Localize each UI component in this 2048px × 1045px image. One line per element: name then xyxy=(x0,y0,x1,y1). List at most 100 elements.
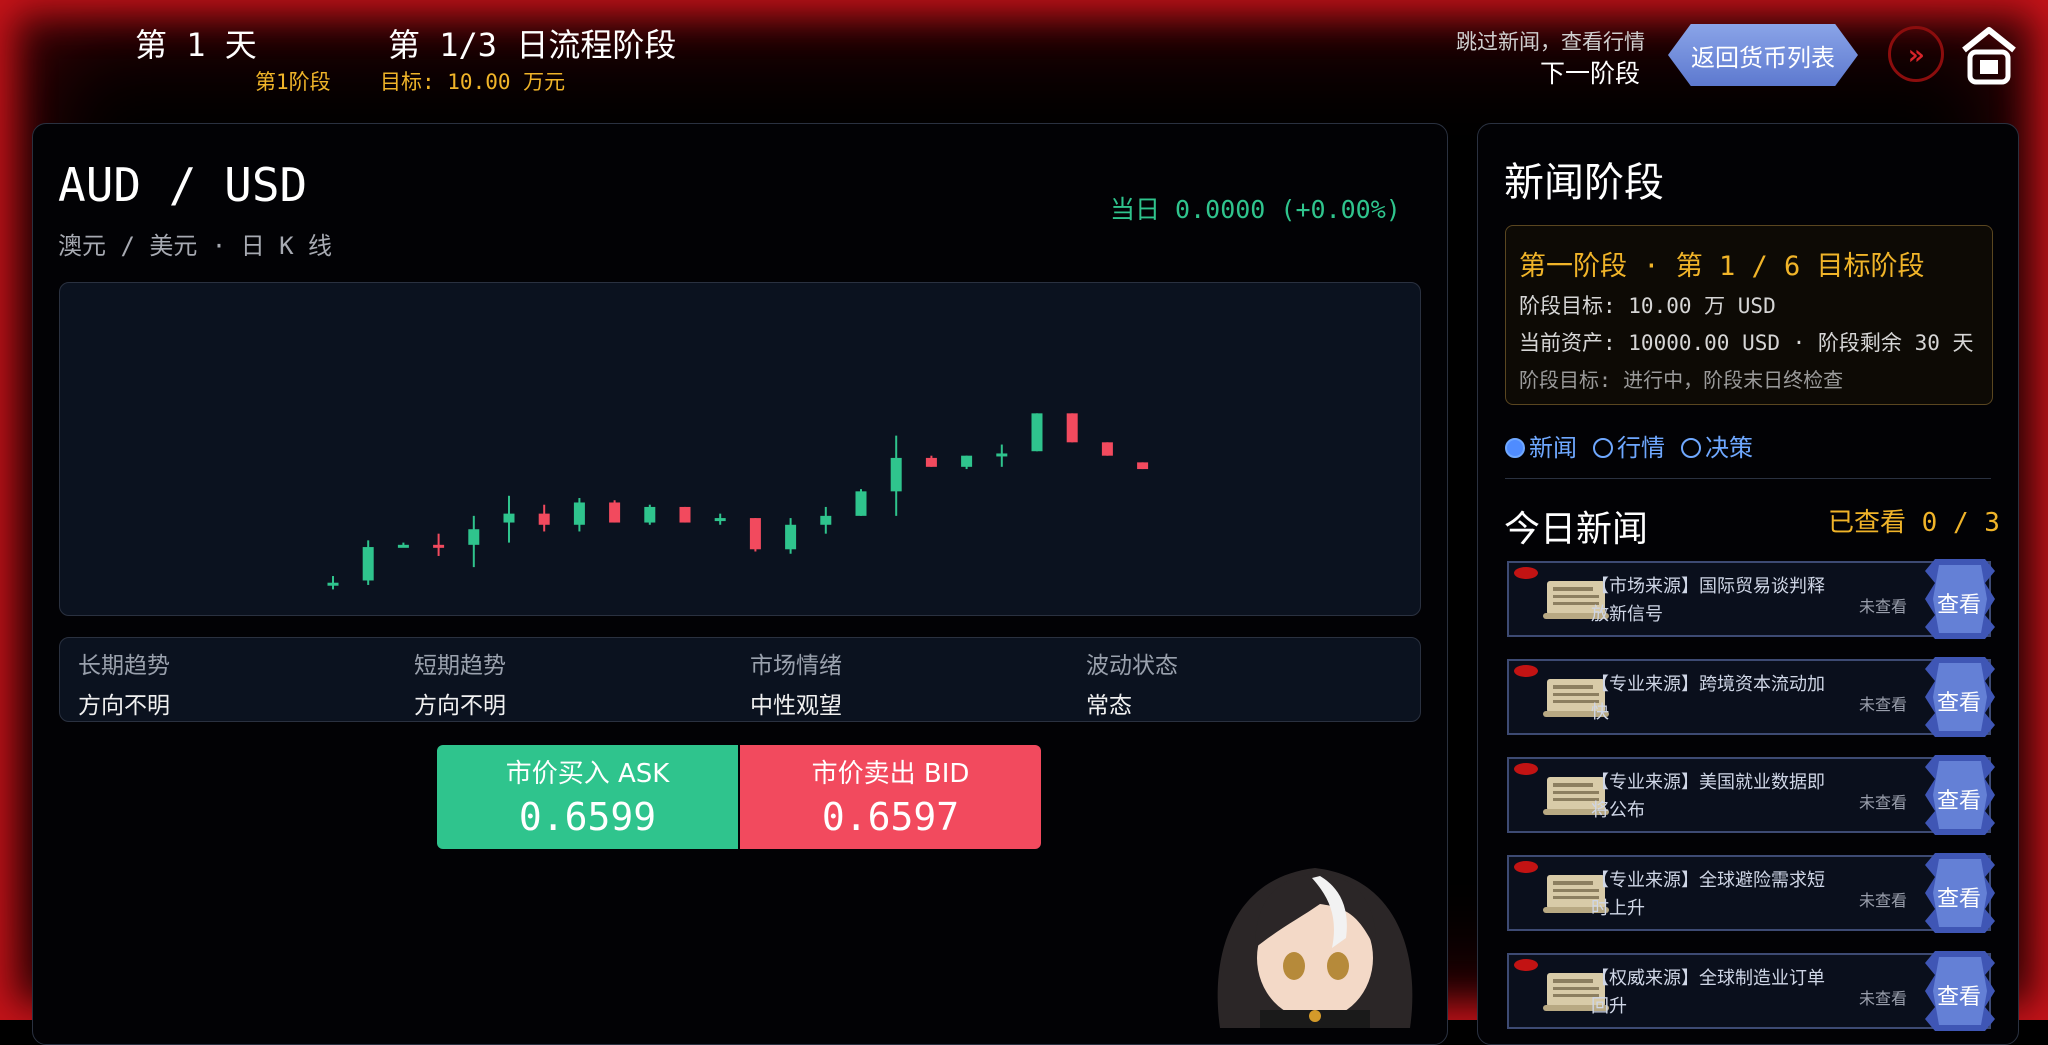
market-buy-button[interactable]: 市价买入 ASK 0.6599 xyxy=(437,745,738,849)
candle xyxy=(890,435,902,516)
phase-status: 阶段目标: 进行中，阶段末日终检查 xyxy=(1519,368,1844,392)
news-headline: 【专业来源】跨境资本流动加快 xyxy=(1591,674,1825,723)
tab-decision[interactable]: 决策 xyxy=(1681,428,1753,463)
candle-body xyxy=(1031,413,1043,452)
unread-indicator-icon xyxy=(1514,665,1538,677)
tab-label: 行情 xyxy=(1617,434,1665,462)
candle xyxy=(1066,413,1078,443)
candle-body xyxy=(573,502,585,525)
top-bar: 第 1 天 第 1/3 日流程阶段 第1阶段 目标: 10.00 万元 跳过新闻… xyxy=(0,0,2048,110)
stat-value: 常态 xyxy=(1086,693,1132,719)
stat-long-trend: 长期趋势 方向不明 xyxy=(60,638,390,721)
market-stats: 长期趋势 方向不明 短期趋势 方向不明 市场情绪 中性观望 波动状态 常态 xyxy=(59,637,1421,722)
candle-body xyxy=(538,513,550,525)
candle xyxy=(1031,413,1043,452)
view-news-button[interactable]: 查看 xyxy=(1931,587,1987,619)
candle xyxy=(1137,462,1149,470)
candle-body xyxy=(996,453,1008,457)
candle xyxy=(468,515,480,568)
candle-body xyxy=(820,515,832,525)
candlestick-chart xyxy=(59,282,1421,616)
radio-dot-icon xyxy=(1505,438,1525,458)
candlestick-svg xyxy=(327,413,1149,590)
stat-label: 短期趋势 xyxy=(414,653,506,679)
candle xyxy=(1101,442,1113,456)
news-status: 未查看 xyxy=(1859,597,1908,616)
day-phase: 第 1/3 日流程阶段 xyxy=(388,26,677,64)
candle-body xyxy=(925,457,937,467)
candle xyxy=(855,489,867,516)
candle-body xyxy=(327,582,339,586)
current-assets: 当前资产: 10000.00 USD · 阶段剩余 30 天 xyxy=(1519,331,1974,355)
news-status: 未查看 xyxy=(1859,793,1908,812)
candle-body xyxy=(503,513,515,523)
candle xyxy=(679,506,691,523)
tab-label: 决策 xyxy=(1705,434,1753,462)
candle-body xyxy=(433,544,445,548)
candle xyxy=(573,498,585,532)
home-icon[interactable] xyxy=(1960,24,2018,86)
candle xyxy=(397,542,409,548)
candle-body xyxy=(397,544,409,548)
stat-sentiment: 市场情绪 中性观望 xyxy=(732,638,1062,721)
view-news-button[interactable]: 查看 xyxy=(1931,783,1987,815)
candle xyxy=(996,444,1008,467)
news-item[interactable]: 【市场来源】国际贸易谈判释放新信号 未查看 查看 xyxy=(1507,559,1995,639)
fast-forward-icon[interactable]: » xyxy=(1888,26,1944,82)
viewed-count: 已查看 0 / 3 xyxy=(1828,508,2000,538)
candle xyxy=(538,504,550,532)
candle xyxy=(609,500,621,523)
phase-box-title: 第一阶段 · 第 1 / 6 目标阶段 xyxy=(1519,251,1925,282)
radio-dot-icon xyxy=(1681,438,1701,458)
stat-label: 市场情绪 xyxy=(750,653,842,679)
candle xyxy=(433,533,445,556)
candle-body xyxy=(362,547,374,581)
stat-volatility: 波动状态 常态 xyxy=(1068,638,1398,721)
news-item[interactable]: 【专业来源】美国就业数据即将公布 未查看 查看 xyxy=(1507,755,1995,835)
currency-pair-subtitle: 澳元 / 美元 · 日 K 线 xyxy=(58,232,333,260)
unread-indicator-icon xyxy=(1514,763,1538,775)
candle xyxy=(327,576,339,590)
news-headline: 【专业来源】美国就业数据即将公布 xyxy=(1591,772,1825,821)
news-phase-title: 新闻阶段 xyxy=(1504,160,1664,206)
day-counter: 第 1 天 xyxy=(135,26,257,64)
view-news-button[interactable]: 查看 xyxy=(1931,979,1987,1011)
news-headline: 【市场来源】国际贸易谈判释放新信号 xyxy=(1591,576,1825,625)
stat-label: 波动状态 xyxy=(1086,653,1178,679)
skip-news-hint: 跳过新闻，查看行情 xyxy=(1456,30,1645,54)
back-to-currency-list-button[interactable]: 返回货币列表 xyxy=(1668,24,1858,86)
divider xyxy=(1505,478,1991,479)
candle xyxy=(961,455,973,470)
news-status: 未查看 xyxy=(1859,989,1908,1008)
news-status: 未查看 xyxy=(1859,891,1908,910)
candle-body xyxy=(679,506,691,523)
news-headline: 【专业来源】全球避险需求短时上升 xyxy=(1591,870,1825,919)
candle xyxy=(503,495,515,543)
news-status: 未查看 xyxy=(1859,695,1908,714)
news-item[interactable]: 【专业来源】全球避险需求短时上升 未查看 查看 xyxy=(1507,853,1995,933)
candle xyxy=(714,513,726,525)
tab-label: 新闻 xyxy=(1529,434,1577,462)
unread-indicator-icon xyxy=(1514,861,1538,873)
tab-news[interactable]: 新闻 xyxy=(1505,428,1577,463)
unread-indicator-icon xyxy=(1514,959,1538,971)
candle-body xyxy=(1066,413,1078,443)
stat-value: 中性观望 xyxy=(750,693,842,719)
market-sell-button[interactable]: 市价卖出 BID 0.6597 xyxy=(740,745,1041,849)
candle xyxy=(820,506,832,534)
view-news-button[interactable]: 查看 xyxy=(1931,881,1987,913)
today-news-title: 今日新闻 xyxy=(1504,509,1649,550)
candle-body xyxy=(1137,462,1149,470)
stat-label: 长期趋势 xyxy=(78,653,170,679)
stat-short-trend: 短期趋势 方向不明 xyxy=(396,638,726,721)
radio-dot-icon xyxy=(1593,438,1613,458)
tab-market[interactable]: 行情 xyxy=(1593,428,1665,463)
view-news-button[interactable]: 查看 xyxy=(1931,685,1987,717)
ask-price: 0.6599 xyxy=(518,795,657,839)
news-item[interactable]: 【专业来源】跨境资本流动加快 未查看 查看 xyxy=(1507,657,1995,737)
next-phase-button[interactable]: 下一阶段 xyxy=(1540,54,1640,90)
bid-price: 0.6597 xyxy=(821,795,960,839)
unread-indicator-icon xyxy=(1514,567,1538,579)
stage-label: 第1阶段 xyxy=(255,70,331,94)
news-item[interactable]: 【权威来源】全球制造业订单回升 未查看 查看 xyxy=(1507,951,1995,1031)
